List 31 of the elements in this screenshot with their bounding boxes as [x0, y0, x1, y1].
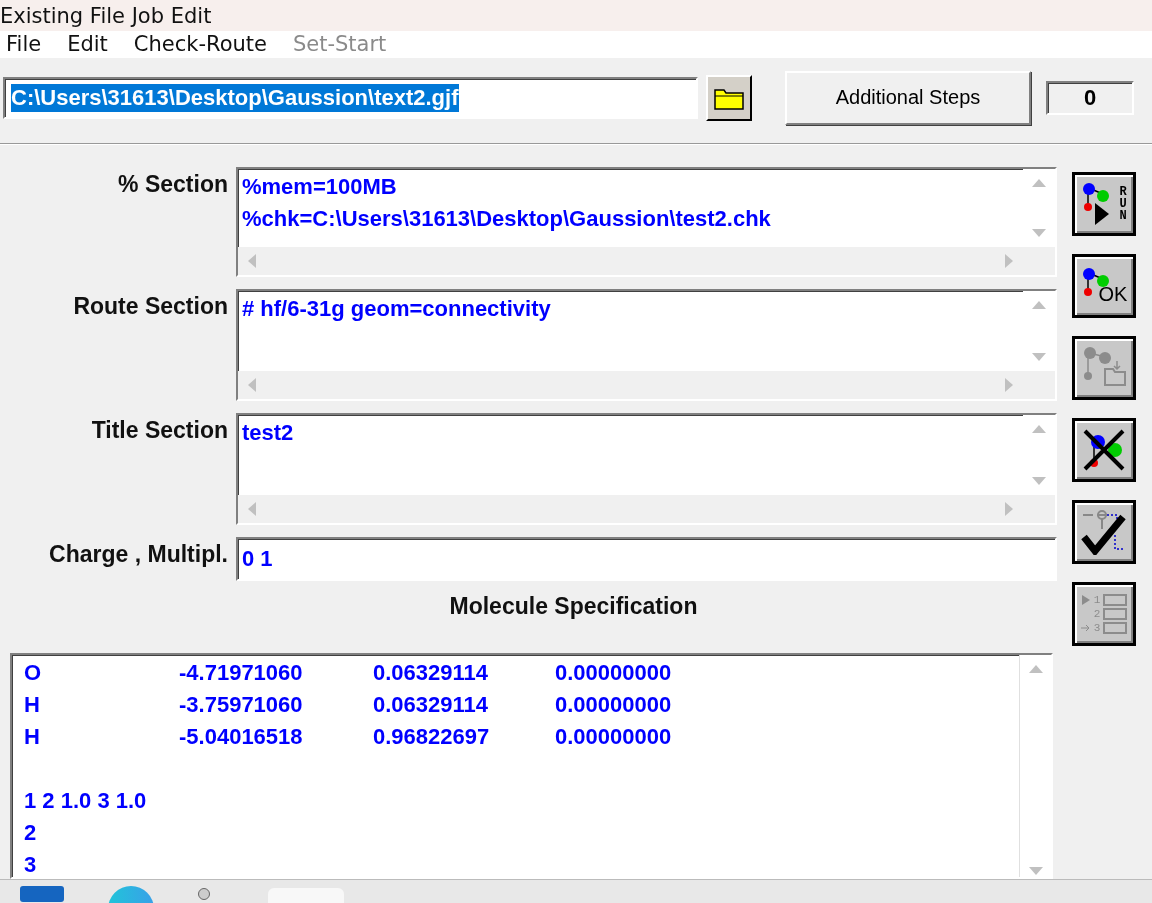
file-path-field[interactable]: C:\Users\31613\Desktop\Gaussion\text2.gjf [3, 76, 698, 119]
section-editor[interactable]: %mem=100MB %chk=C:\Users\31613\Desktop\Gaussion\test2.chk [236, 166, 1057, 277]
section-label: Title Section [90, 415, 229, 444]
editor-line: %mem=100MB [242, 172, 398, 201]
charge-field[interactable]: 0 1 [236, 536, 1057, 581]
section-editor[interactable]: # hf/6-31g geom=connectivity [236, 288, 1057, 401]
molecule-editor[interactable]: O -4.71971060 0.06329114 0.00000000 H -3.75971060 0.06329114 0.00000000 H -5.04016518 0.96822697 0.00000000 1 2 1.0 3 1.0 2 3 [10, 652, 1053, 879]
section-label: Route Section [72, 291, 229, 320]
atom-line: H -3.75971060 0.06329114 0.00000000 [24, 690, 673, 719]
additional-steps-button[interactable]: Additional Steps [785, 70, 1031, 125]
menu-item[interactable]: Edit [67, 32, 108, 57]
molecule-title: Molecule Specification [448, 592, 699, 620]
editor-line: %chk=C:\Users\31613\Desktop\Gaussion\test2.chk [242, 204, 772, 233]
menu-item[interactable]: Check-Route [133, 32, 267, 57]
window-title: Existing File Job Edit [0, 3, 212, 28]
charge-label: Charge , Multipl. [48, 539, 229, 568]
connectivity-line: 2 [24, 818, 38, 847]
atom-line: H -5.04016518 0.96822697 0.00000000 [24, 722, 673, 751]
atom-line: O -4.71971060 0.06329114 0.00000000 [24, 658, 673, 687]
connectivity-line: 1 2 1.0 3 1.0 [24, 786, 148, 815]
run-button[interactable]: RUN [1072, 171, 1136, 236]
file-path-value: C:\Users\31613\Desktop\Gaussion\text2.gjf [11, 83, 459, 112]
editor-line: # hf/6-31g geom=connectivity [242, 294, 552, 323]
ok-button[interactable]: OK [1072, 253, 1136, 318]
steps-count-field: 0 [1046, 80, 1134, 115]
editor-line: test2 [242, 418, 295, 447]
charge-value: 0 1 [242, 544, 273, 573]
section-editor[interactable]: test2 [236, 412, 1057, 525]
menu-item[interactable]: File [6, 32, 42, 57]
connectivity-line: 3 [24, 850, 38, 877]
section-label: % Section [117, 169, 229, 198]
